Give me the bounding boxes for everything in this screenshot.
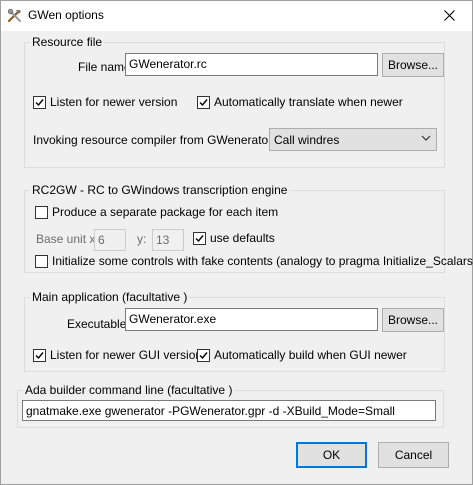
compiler-select[interactable]: Call windres xyxy=(269,128,437,151)
fake-contents-checkbox[interactable]: Initialize some controls with fake conte… xyxy=(35,254,473,268)
main-app-browse-button[interactable]: Browse... xyxy=(382,308,444,332)
checkbox-box xyxy=(33,348,46,362)
close-icon xyxy=(443,10,455,21)
listen-gui-version-label: Listen for newer GUI version xyxy=(50,348,203,362)
options-dialog: GWen options Resource file File name GWe… xyxy=(0,0,473,485)
compiler-select-value: Call windres xyxy=(274,133,340,147)
executable-label: Executable xyxy=(67,317,127,331)
resource-browse-button[interactable]: Browse... xyxy=(382,53,444,77)
fake-contents-label: Initialize some controls with fake conte… xyxy=(52,254,473,268)
executable-input[interactable]: GWenerator.exe xyxy=(125,308,378,331)
main-application-group-title: Main application (facultative ) xyxy=(30,290,190,304)
tools-icon xyxy=(7,8,23,24)
rc2gw-group-title: RC2GW - RC to GWindows transcription eng… xyxy=(30,183,290,197)
auto-build-checkbox[interactable]: Automatically build when GUI newer xyxy=(197,348,407,362)
cancel-button[interactable]: Cancel xyxy=(378,442,449,468)
listen-newer-version-label: Listen for newer version xyxy=(50,95,178,109)
ok-button[interactable]: OK xyxy=(296,442,367,468)
ada-command-input[interactable]: gnatmake.exe gwenerator -PGWenerator.gpr… xyxy=(22,400,436,421)
base-unit-x-label: Base unit x: xyxy=(36,232,99,246)
title-bar[interactable]: GWen options xyxy=(1,1,472,31)
close-button[interactable] xyxy=(426,1,472,30)
auto-translate-checkbox[interactable]: Automatically translate when newer xyxy=(197,95,403,109)
check-icon xyxy=(195,234,204,242)
checkbox-box xyxy=(197,348,210,362)
check-icon xyxy=(35,98,44,106)
use-defaults-label: use defaults xyxy=(210,231,275,245)
listen-newer-version-checkbox[interactable]: Listen for newer version xyxy=(33,95,177,109)
check-icon xyxy=(199,98,208,106)
checkbox-box xyxy=(33,95,46,109)
listen-gui-version-checkbox[interactable]: Listen for newer GUI version xyxy=(33,348,202,362)
auto-build-label: Automatically build when GUI newer xyxy=(214,348,407,362)
separate-package-label: Produce a separate package for each item xyxy=(52,205,279,219)
base-unit-x-input[interactable]: 6 xyxy=(94,229,126,251)
chevron-down-icon xyxy=(421,135,431,141)
checkbox-box xyxy=(193,231,206,245)
checkbox-box xyxy=(197,95,210,109)
resource-file-group-title: Resource file xyxy=(30,35,105,49)
ada-builder-group-title: Ada builder command line (facultative ) xyxy=(23,383,235,397)
compiler-label: Invoking resource compiler from GWenerat… xyxy=(33,133,282,147)
checkbox-box xyxy=(35,254,48,268)
check-icon xyxy=(35,351,44,359)
check-icon xyxy=(199,351,208,359)
use-defaults-checkbox[interactable]: use defaults xyxy=(193,231,275,245)
base-unit-y-input[interactable]: 13 xyxy=(152,229,184,251)
window-title: GWen options xyxy=(28,8,104,22)
checkbox-box xyxy=(35,205,48,219)
separate-package-checkbox[interactable]: Produce a separate package for each item xyxy=(35,205,278,219)
file-name-label: File name xyxy=(78,60,131,74)
file-name-input[interactable]: GWenerator.rc xyxy=(125,53,378,76)
base-unit-y-label: y: xyxy=(137,232,147,246)
auto-translate-label: Automatically translate when newer xyxy=(214,95,403,109)
